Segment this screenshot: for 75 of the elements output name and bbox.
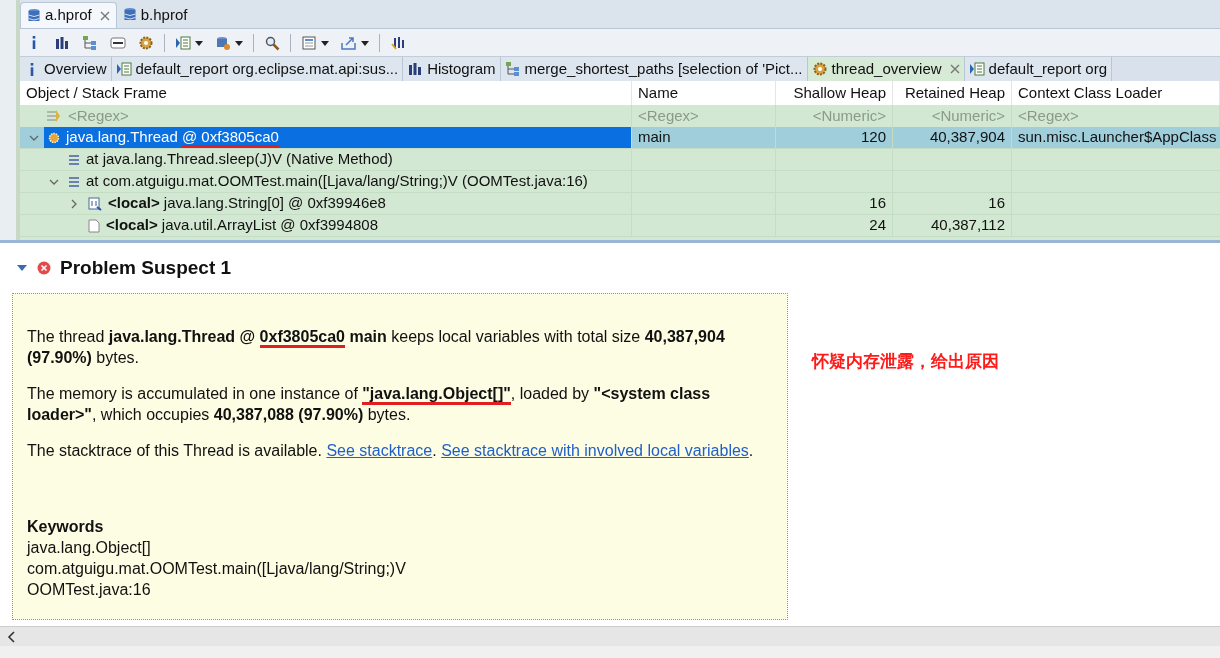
section-title: Problem Suspect 1: [60, 255, 232, 280]
table-row[interactable]: java.lang.Thread @ 0xf3805ca0 main 120 40,387,904 sun.misc.Launcher$AppClass: [20, 127, 1220, 149]
gear-icon: [138, 34, 154, 51]
object-label: at com.atguigu.mat.OOMTest.main([Ljava/lang/String;)V (OOMTest.java:16): [86, 171, 588, 192]
database-icon: [122, 7, 137, 23]
export-icon: [341, 34, 357, 51]
column-header[interactable]: Name: [632, 81, 776, 105]
object-label: java.lang.Thread @ 0xf3805ca0: [66, 126, 279, 149]
object-label: at java.lang.Thread.sleep(J)V (Native Method): [86, 149, 393, 170]
keyword: OOMTest.java:16: [27, 580, 152, 600]
report-icon: [175, 34, 191, 51]
document-icon: [88, 218, 100, 233]
object-label: <local> java.util.ArrayList @ 0xf3994808: [106, 215, 379, 236]
caret-icon: [321, 38, 329, 47]
keyword: com.atguigu.mat.OOMTest.main([Ljava/lang/String;)V: [27, 559, 407, 579]
description-text: The stacktrace of this Thread is available. See stacktrace. See stacktrace with involved local variables.: [27, 441, 755, 461]
info-icon: [30, 62, 34, 76]
link[interactable]: See stacktrace.: [326, 442, 442, 459]
view-tab[interactable]: default_report org.eclipse.mat.api:sus...: [111, 57, 404, 81]
bar-chart-icon: [407, 61, 424, 77]
table-cell-text: 120: [860, 127, 886, 148]
view-tab[interactable]: merge_shortest_paths [selection of 'Pict...: [500, 57, 808, 81]
table-cell-text: 40,387,904: [929, 127, 1005, 148]
editor-tab[interactable]: b.hprof: [116, 2, 194, 28]
table-cell: sun.misc.Launcher$AppClass: [1018, 127, 1217, 148]
list-icon: [68, 153, 80, 166]
error-icon: [36, 260, 52, 276]
table-row[interactable]: <local> java.util.ArrayList @ 0xf3994808 24 40,387,112: [20, 215, 1220, 237]
list-icon: [68, 175, 80, 188]
table-row[interactable]: at java.lang.Thread.sleep(J)V (Native Method): [20, 149, 1220, 171]
object-label: <local> java.lang.String[0] @ 0xf39946e8: [108, 193, 386, 214]
caret-icon: [195, 38, 203, 47]
gear-icon: [48, 131, 60, 144]
gear-icon: [811, 61, 828, 77]
horizontal-scrollbar[interactable]: [0, 626, 1220, 646]
info-icon: [32, 36, 36, 49]
annotation-text: 怀疑内存泄露，给出原因: [812, 351, 999, 373]
column-header[interactable]: Context Class Loader: [1012, 81, 1220, 105]
table-row[interactable]: <local> java.lang.String[0] @ 0xf39946e8 16 16: [20, 193, 1220, 215]
report-icon: [968, 61, 985, 77]
search-icon: [264, 34, 280, 51]
close-icon[interactable]: [949, 64, 960, 74]
calculator-icon: [301, 34, 317, 51]
view-tab[interactable]: Overview: [20, 57, 112, 81]
keyword: java.lang.Object[]: [27, 538, 152, 558]
tree-icon: [82, 34, 98, 51]
bar-chart-icon: [54, 34, 70, 51]
table-cell-text: main: [638, 127, 671, 148]
view-tab[interactable]: default_report org: [964, 57, 1112, 81]
editor-tab[interactable]: a.hprof: [20, 2, 117, 28]
table-row[interactable]: at com.atguigu.mat.OOMTest.main([Ljava/lang/String;)V (OOMTest.java:16): [20, 171, 1220, 193]
keywords-title: Keywords: [27, 517, 105, 537]
column-header[interactable]: Shallow Heap: [776, 81, 893, 105]
column-header[interactable]: Retained Heap: [893, 81, 1012, 105]
filter-icon: [46, 108, 62, 124]
pin-icon: [390, 34, 406, 51]
caret-icon: [235, 38, 243, 47]
column-header[interactable]: Object / Stack Frame: [20, 81, 632, 105]
caret-icon: [361, 38, 369, 47]
database-icon: [27, 7, 41, 24]
table-cell-text: 40,387,112: [931, 215, 1005, 236]
report-icon: [115, 61, 132, 77]
tree-icon: [504, 61, 521, 77]
table-cell-text: 16: [869, 193, 886, 214]
view-tab[interactable]: Histogram: [403, 57, 501, 81]
view-tab[interactable]: thread_overview: [807, 57, 965, 81]
expand-chevron-icon[interactable]: [69, 198, 79, 209]
database-icon: [215, 34, 231, 51]
table-cell-text: 24: [869, 215, 886, 236]
array-icon: [88, 196, 102, 211]
table-cell-text: 16: [988, 193, 1005, 214]
link[interactable]: See stacktrace with involved local variables.: [441, 442, 754, 459]
description-text: The memory is accumulated in one instance of "java.lang.Object[]", loaded by "<system class loader>", which occupies 40,387,088 (97.90%) bytes.: [27, 384, 712, 425]
close-icon[interactable]: [99, 10, 110, 21]
description-text: The thread java.lang.Thread @ 0xf3805ca0 main keeps local variables with total size 40,387,904 (97.90%) bytes.: [27, 327, 726, 368]
